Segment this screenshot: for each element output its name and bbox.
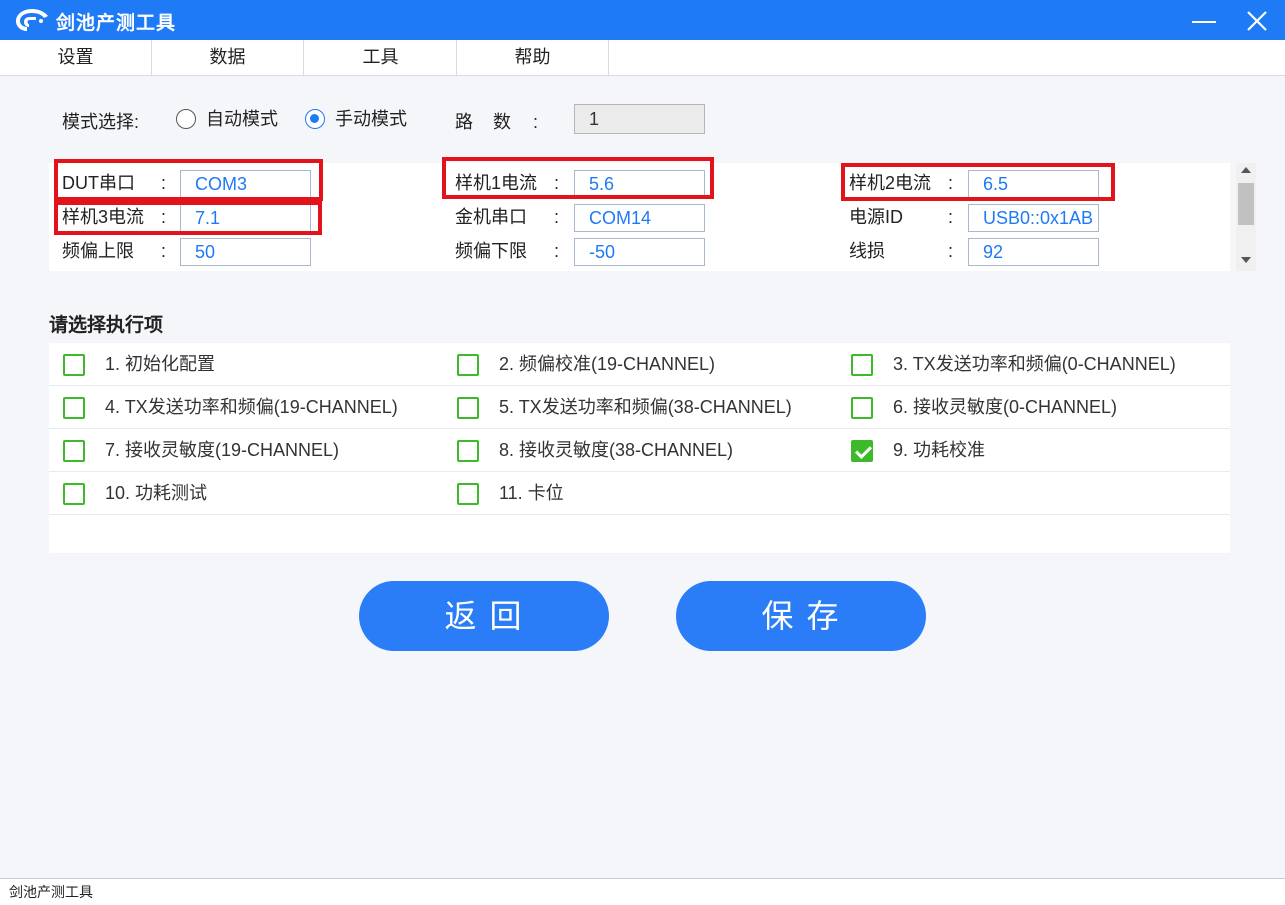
exec-item-9[interactable]: 9. 功耗校准 — [837, 429, 985, 471]
exec-section-title: 请选择执行项 — [49, 315, 164, 336]
exec-item-label: 11. 卡位 — [499, 483, 564, 503]
exec-panel: 1. 初始化配置 2. 频偏校准(19-CHANNEL) 3. TX发送功率和频… — [49, 343, 1230, 553]
checkbox-checked[interactable] — [851, 440, 873, 462]
highlight-sample2-current — [841, 163, 1115, 201]
param-colon: : — [948, 207, 954, 227]
checkbox[interactable] — [457, 354, 479, 376]
exec-item-label: 5. TX发送功率和频偏(38-CHANNEL) — [499, 397, 792, 417]
param-label-freq-upper: 频偏上限 — [62, 241, 134, 261]
minimize-icon[interactable] — [1190, 8, 1218, 32]
status-bar: 剑池产测工具 — [0, 878, 1285, 905]
close-icon[interactable] — [1242, 6, 1272, 36]
exec-item-4[interactable]: 4. TX发送功率和频偏(19-CHANNEL) — [49, 386, 398, 428]
exec-item-8[interactable]: 8. 接收灵敏度(38-CHANNEL) — [443, 429, 733, 471]
highlight-sample3-current — [54, 201, 322, 235]
menu-bar: 设置 数据 工具 帮助 — [0, 40, 1285, 76]
highlight-sample1-current — [442, 157, 714, 199]
menu-data[interactable]: 数据 — [152, 40, 304, 76]
back-button[interactable]: 返 回 — [359, 581, 609, 651]
lu-count-field[interactable]: 1 — [574, 104, 705, 134]
scroll-thumb[interactable] — [1238, 183, 1254, 225]
checkbox[interactable] — [457, 397, 479, 419]
radio-manual-mode[interactable]: 手动模式 — [305, 108, 407, 132]
menu-tools[interactable]: 工具 — [305, 40, 457, 76]
exec-item-label: 4. TX发送功率和频偏(19-CHANNEL) — [105, 397, 398, 417]
radio-auto-label: 自动模式 — [206, 109, 278, 129]
radio-auto-mode[interactable]: 自动模式 — [176, 108, 278, 132]
exec-item-label: 6. 接收灵敏度(0-CHANNEL) — [893, 397, 1118, 417]
app-title: 剑池产测工具 — [56, 13, 177, 34]
exec-row: 10. 功耗测试 11. 卡位 — [49, 472, 1230, 515]
exec-item-label: 7. 接收灵敏度(19-CHANNEL) — [105, 440, 340, 460]
param-colon: : — [554, 241, 560, 261]
param-label-power-id: 电源ID — [849, 207, 903, 227]
checkbox[interactable] — [457, 483, 479, 505]
save-button[interactable]: 保 存 — [676, 581, 926, 651]
checkbox[interactable] — [63, 440, 85, 462]
exec-item-label: 1. 初始化配置 — [105, 354, 216, 374]
param-label-line-loss: 线损 — [849, 241, 885, 261]
checkbox[interactable] — [63, 397, 85, 419]
param-input-power-id[interactable]: USB0::0x1AB — [968, 204, 1099, 232]
param-colon: : — [161, 241, 167, 261]
param-input-freq-lower[interactable]: -50 — [574, 238, 705, 266]
lu-label-text: 路 数 — [455, 112, 512, 132]
app-logo-icon — [16, 9, 48, 31]
checkbox[interactable] — [63, 354, 85, 376]
exec-item-5[interactable]: 5. TX发送功率和频偏(38-CHANNEL) — [443, 386, 792, 428]
menu-help[interactable]: 帮助 — [457, 40, 609, 76]
param-input-freq-upper[interactable]: 50 — [180, 238, 311, 266]
exec-item-11[interactable]: 11. 卡位 — [443, 472, 564, 514]
exec-item-6[interactable]: 6. 接收灵敏度(0-CHANNEL) — [837, 386, 1117, 428]
lu-colon: : — [533, 112, 539, 132]
exec-item-7[interactable]: 7. 接收灵敏度(19-CHANNEL) — [49, 429, 339, 471]
checkbox[interactable] — [63, 483, 85, 505]
exec-row: 1. 初始化配置 2. 频偏校准(19-CHANNEL) 3. TX发送功率和频… — [49, 343, 1230, 386]
scroll-up-icon[interactable] — [1241, 167, 1251, 173]
highlight-dut-port — [54, 159, 323, 201]
param-colon: : — [554, 207, 560, 227]
exec-item-label: 9. 功耗校准 — [893, 440, 986, 460]
radio-auto-circle — [176, 109, 196, 129]
radio-manual-circle — [305, 109, 325, 129]
exec-item-label: 8. 接收灵敏度(38-CHANNEL) — [499, 440, 734, 460]
exec-item-label: 3. TX发送功率和频偏(0-CHANNEL) — [893, 354, 1176, 374]
scroll-down-icon[interactable] — [1241, 257, 1251, 263]
param-label-freq-lower: 频偏下限 — [455, 241, 527, 261]
radio-manual-label: 手动模式 — [335, 109, 407, 129]
checkbox[interactable] — [851, 397, 873, 419]
param-colon: : — [948, 241, 954, 261]
param-input-golden-port[interactable]: COM14 — [574, 204, 705, 232]
param-input-line-loss[interactable]: 92 — [968, 238, 1099, 266]
exec-item-10[interactable]: 10. 功耗测试 — [49, 472, 207, 514]
param-label-golden-port: 金机串口 — [455, 207, 527, 227]
exec-item-label: 2. 频偏校准(19-CHANNEL) — [499, 354, 716, 374]
mode-select-label: 模式选择: — [62, 112, 140, 132]
menu-settings[interactable]: 设置 — [0, 40, 152, 76]
title-bar: 剑池产测工具 — [0, 0, 1285, 40]
param-scrollbar[interactable] — [1236, 163, 1256, 271]
lu-label: 路 数: — [455, 108, 538, 134]
exec-row: 7. 接收灵敏度(19-CHANNEL) 8. 接收灵敏度(38-CHANNEL… — [49, 429, 1230, 472]
exec-item-3[interactable]: 3. TX发送功率和频偏(0-CHANNEL) — [837, 343, 1176, 385]
exec-row: 4. TX发送功率和频偏(19-CHANNEL) 5. TX发送功率和频偏(38… — [49, 386, 1230, 429]
exec-item-2[interactable]: 2. 频偏校准(19-CHANNEL) — [443, 343, 715, 385]
checkbox[interactable] — [851, 354, 873, 376]
exec-item-label: 10. 功耗测试 — [105, 483, 208, 503]
checkbox[interactable] — [457, 440, 479, 462]
exec-item-1[interactable]: 1. 初始化配置 — [49, 343, 215, 385]
